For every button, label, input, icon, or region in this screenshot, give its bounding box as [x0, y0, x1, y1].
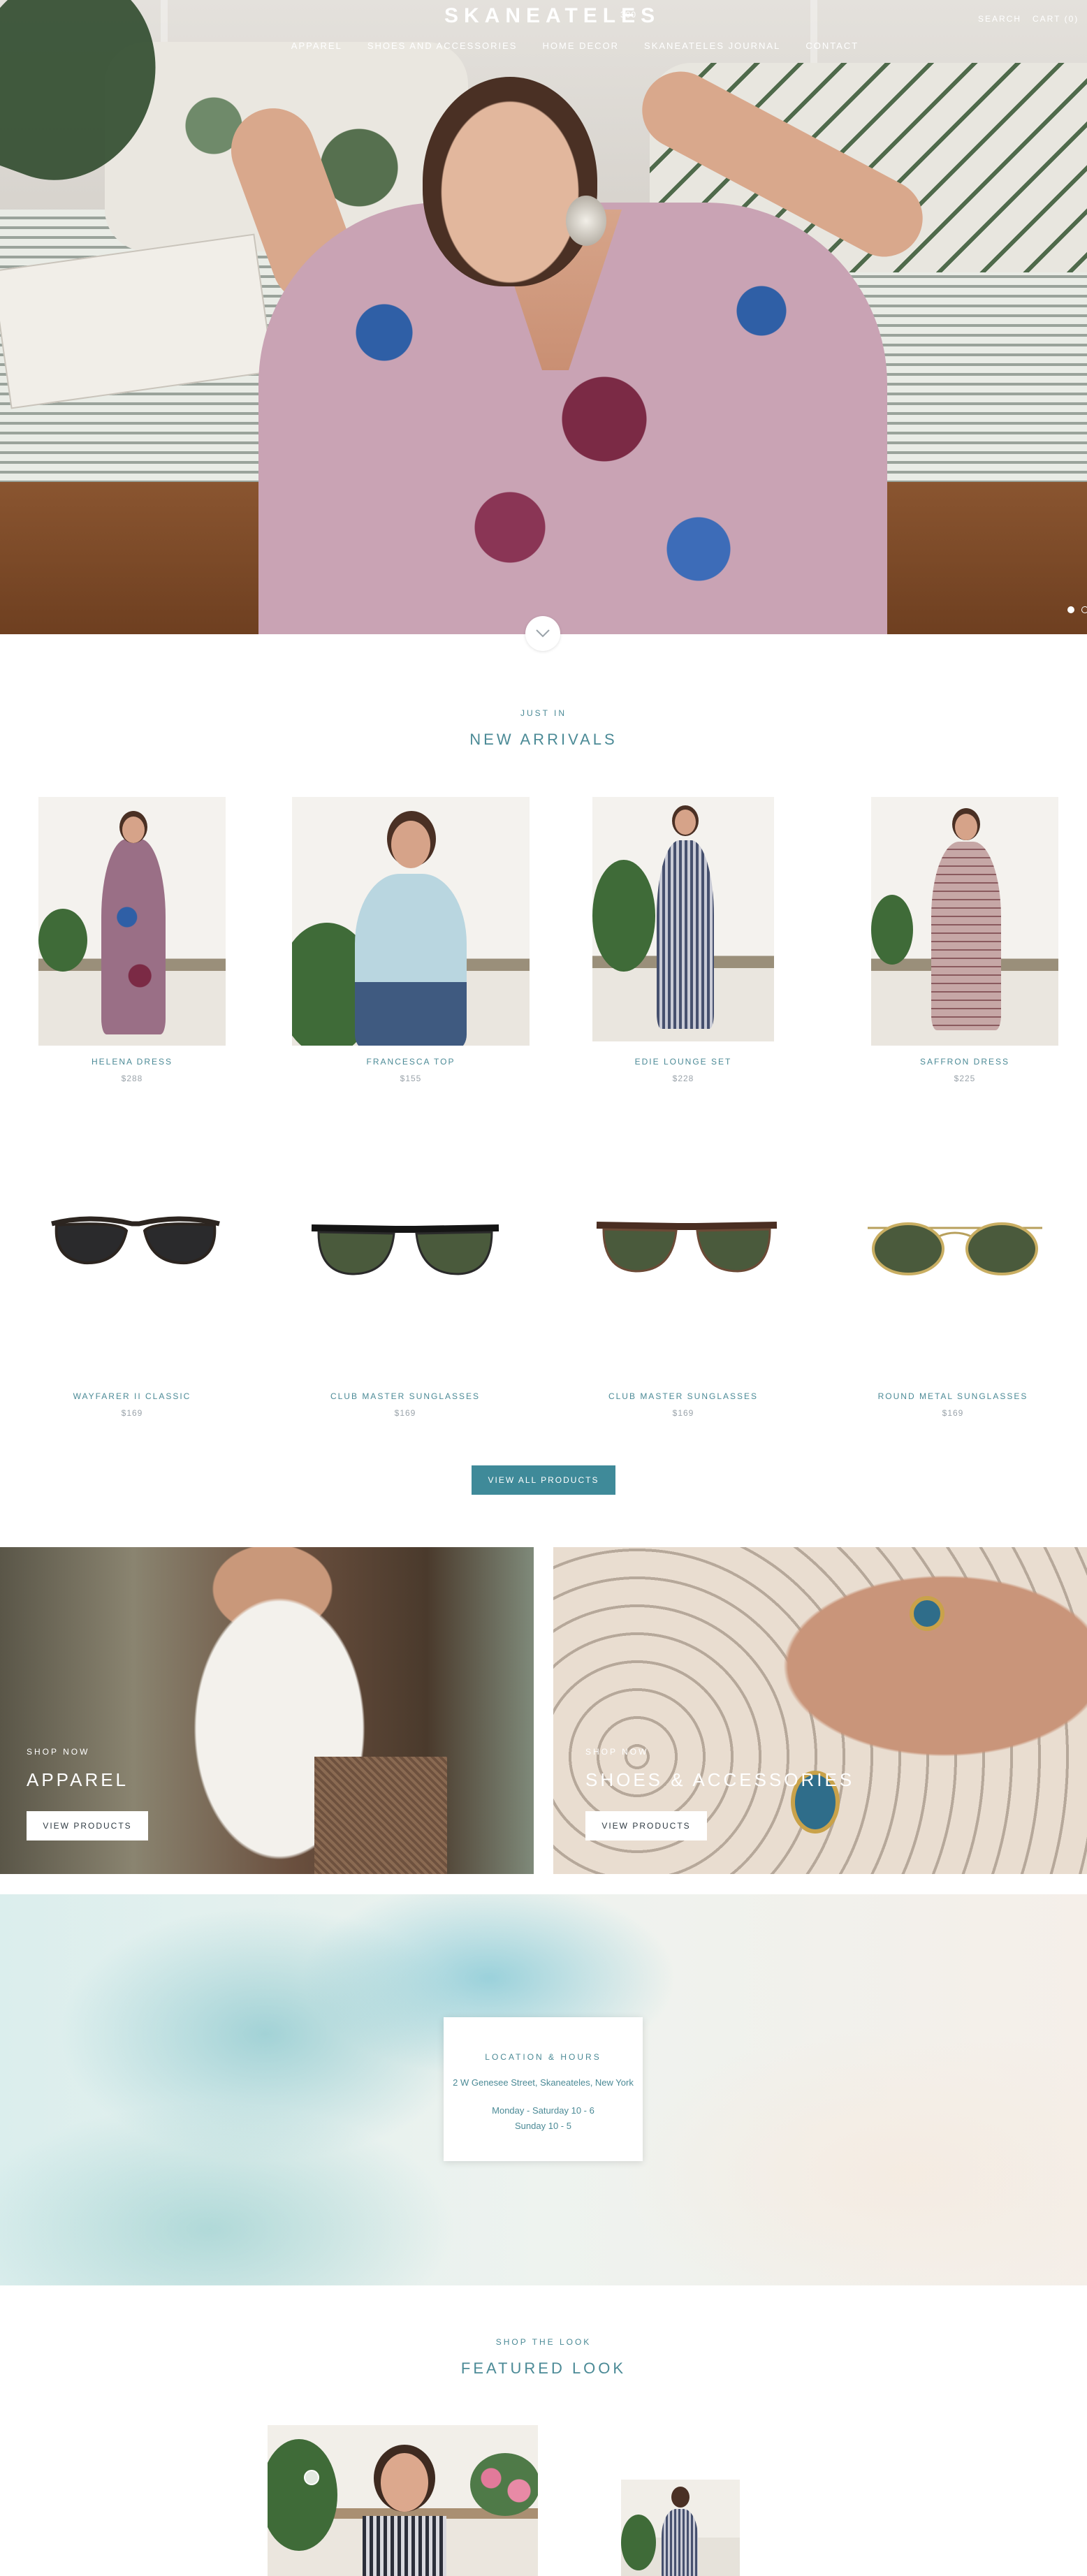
product-image[interactable]	[292, 797, 530, 1046]
product-name[interactable]: HELENA DRESS	[38, 1057, 226, 1067]
image-figure	[363, 2516, 446, 2576]
product-name[interactable]: CLUB MASTER SUNGLASSES	[585, 1391, 781, 1401]
product-price: $169	[394, 1408, 416, 1418]
location-hours-sunday: Sunday 10 - 5	[515, 2121, 571, 2131]
promo-eyebrow: SHOP NOW	[585, 1747, 649, 1757]
view-products-button[interactable]: VIEW PRODUCTS	[585, 1811, 707, 1840]
product-name[interactable]: EDIE LOUNGE SET	[592, 1057, 774, 1067]
promo-tile-apparel[interactable]: SHOP NOW APPAREL VIEW PRODUCTS	[0, 1547, 534, 1874]
product-card[interactable]: HELENA DRESS $288	[38, 797, 226, 1090]
product-price: $169	[121, 1408, 143, 1418]
image-plant	[592, 860, 655, 972]
hero-banner	[0, 0, 1087, 634]
featured-product-image[interactable]	[621, 2480, 740, 2576]
image-face	[122, 817, 145, 843]
image-face	[391, 821, 430, 868]
location-title: LOCATION & HOURS	[485, 2052, 601, 2062]
product-price: $228	[672, 1074, 694, 1083]
search-link[interactable]: SEARCH	[978, 14, 1021, 24]
product-image[interactable]	[862, 1215, 1048, 1278]
product-card[interactable]: ROUND METAL SUNGLASSES $169	[855, 1187, 1051, 1418]
view-products-button[interactable]: VIEW PRODUCTS	[27, 1811, 148, 1840]
image-figure	[355, 874, 467, 1046]
product-name[interactable]: CLUB MASTER SUNGLASSES	[300, 1391, 510, 1401]
image-flowers	[470, 2453, 538, 2516]
product-card[interactable]: CLUB MASTER SUNGLASSES $169	[585, 1187, 781, 1418]
tile-image-ring	[910, 1596, 944, 1631]
product-price: $155	[400, 1074, 422, 1083]
promo-title: APPAREL	[27, 1769, 129, 1790]
image-hair	[671, 2487, 690, 2508]
new-arrivals-eyebrow: JUST IN	[520, 708, 567, 718]
image-figure	[657, 840, 714, 1029]
product-price: $169	[942, 1408, 964, 1418]
promo-title: SHOES & ACCESSORIES	[585, 1769, 855, 1790]
nav-item-home-decor[interactable]: HOME DECOR	[542, 41, 619, 51]
product-card[interactable]: FRANCESCA TOP $155	[292, 797, 530, 1090]
view-all-products-button[interactable]: VIEW ALL PRODUCTS	[472, 1465, 615, 1495]
tile-image-detail	[314, 1757, 447, 1874]
product-image[interactable]	[592, 797, 774, 1041]
product-image[interactable]	[594, 1215, 780, 1278]
featured-title: FEATURED LOOK	[460, 2359, 627, 2377]
location-address[interactable]: 2 W Genesee Street, Skaneateles, New Yor…	[444, 2077, 643, 2088]
product-name[interactable]: ROUND METAL SUNGLASSES	[855, 1391, 1051, 1401]
featured-hotspot[interactable]	[304, 2470, 319, 2485]
product-price: $225	[954, 1074, 976, 1083]
product-name[interactable]: SAFFRON DRESS	[871, 1057, 1058, 1067]
nav-item-journal[interactable]: SKANEATELES JOURNAL	[644, 41, 780, 51]
product-card[interactable]: CLUB MASTER SUNGLASSES $169	[300, 1187, 510, 1418]
product-card[interactable]: WAYFARER II CLASSIC $169	[38, 1187, 226, 1418]
product-price: $169	[672, 1408, 694, 1418]
product-name[interactable]: FRANCESCA TOP	[292, 1057, 530, 1067]
nav-item-contact[interactable]: CONTACT	[805, 41, 859, 51]
location-card: LOCATION & HOURS 2 W Genesee Street, Ska…	[444, 2017, 643, 2161]
new-arrivals-title: NEW ARRIVALS	[469, 731, 618, 748]
hero-slider-dots	[1067, 606, 1087, 613]
product-image[interactable]	[309, 1218, 502, 1281]
slider-dot[interactable]	[1081, 606, 1087, 613]
promo-tile-shoes-accessories[interactable]: SHOP NOW SHOES & ACCESSORIES VIEW PRODUC…	[553, 1547, 1087, 1874]
image-plant	[871, 895, 913, 965]
promo-eyebrow: SHOP NOW	[27, 1747, 90, 1757]
image-plant	[38, 909, 87, 972]
image-figure	[101, 839, 166, 1034]
slider-dot[interactable]	[1067, 606, 1074, 613]
featured-look-image[interactable]	[268, 2425, 538, 2576]
product-image[interactable]	[38, 797, 226, 1046]
image-face	[955, 814, 977, 840]
image-figure	[931, 842, 1001, 1030]
image-figure	[662, 2509, 698, 2576]
hero-model-earring	[566, 196, 606, 246]
product-image[interactable]	[48, 1208, 223, 1271]
featured-eyebrow: SHOP THE LOOK	[495, 2337, 592, 2347]
product-card[interactable]: EDIE LOUNGE SET $228	[592, 797, 774, 1090]
image-plant	[268, 2439, 337, 2551]
chevron-down-icon	[536, 629, 550, 638]
cart-link[interactable]: CART (0)	[1033, 14, 1079, 24]
product-image[interactable]	[871, 797, 1058, 1046]
site-header: SKANEATELES 300 SEARCH CART (0) APPAREL …	[0, 0, 1087, 70]
image-plant	[621, 2515, 656, 2570]
nav-item-shoes-accessories[interactable]: SHOES AND ACCESSORIES	[367, 41, 518, 51]
main-nav: APPAREL SHOES AND ACCESSORIES HOME DECOR…	[0, 41, 1087, 51]
scroll-down-button[interactable]	[525, 616, 560, 651]
image-face	[675, 810, 696, 835]
product-name[interactable]: WAYFARER II CLASSIC	[38, 1391, 226, 1401]
hero-model-head	[423, 77, 597, 286]
nav-item-apparel[interactable]: APPAREL	[291, 41, 342, 51]
location-section: LOCATION & HOURS 2 W Genesee Street, Ska…	[0, 1894, 1087, 2285]
image-face	[381, 2453, 428, 2512]
location-hours-weekday: Monday - Saturday 10 - 6	[492, 2105, 594, 2116]
product-card[interactable]: SAFFRON DRESS $225	[871, 797, 1058, 1090]
site-logo-sup: 300	[620, 10, 637, 20]
product-price: $288	[121, 1074, 143, 1083]
